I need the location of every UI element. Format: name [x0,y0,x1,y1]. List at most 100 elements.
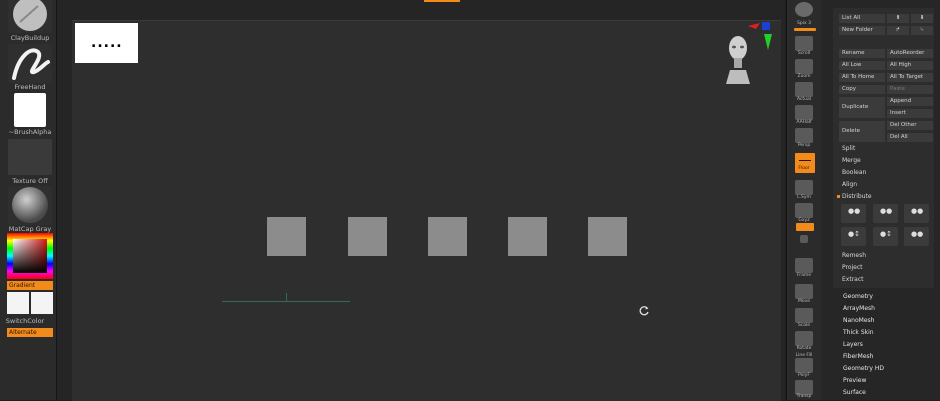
frame-icon[interactable] [795,258,813,273]
all-high-button[interactable]: All High [887,61,933,70]
all-low-button[interactable]: All Low [839,61,885,70]
secondary-color-swatch[interactable] [31,292,53,314]
alpha-label: ~BrushAlpha [8,128,52,136]
material-label: MatCap Gray [8,225,52,233]
spix-slider[interactable] [794,28,816,31]
move-icon[interactable] [795,284,813,299]
new-folder-button[interactable]: New Folder [839,26,885,35]
boolean-menu[interactable]: Boolean [842,169,866,176]
brush-thumbnail[interactable] [8,0,52,33]
layers-menu[interactable]: Layers [843,341,863,348]
geometry-menu[interactable]: Geometry [843,293,873,300]
all-to-target-button[interactable]: All To Target [887,73,933,82]
brush-label: ClayBuildup [10,34,50,42]
swap-down-button[interactable]: ↳ [911,26,933,35]
align-menu[interactable]: Align [842,181,857,188]
distribute-x2-icon: ●↕ [848,230,860,238]
aahalf-icon[interactable] [795,105,813,120]
color-picker[interactable] [7,233,53,279]
append-button[interactable]: Append [887,97,933,106]
mesh-square[interactable] [428,217,467,256]
thick-skin-menu[interactable]: Thick Skin [843,329,874,336]
mesh-square[interactable] [267,217,306,256]
del-all-button[interactable]: Del All [887,133,933,142]
distribute-x2-button[interactable]: ●↕ [841,227,866,246]
transp-icon[interactable] [795,380,813,395]
floor-label: Floor [798,166,810,171]
distribute-z2-button[interactable]: ●● [904,227,929,246]
insert-button[interactable]: Insert [887,109,933,118]
distribute-z-icon: ●● [911,207,924,215]
scale-icon[interactable] [795,308,813,323]
distribute-x-button[interactable]: ●● [841,204,866,223]
zoom-icon[interactable] [795,59,813,74]
polyf-icon[interactable] [795,358,813,373]
lsym-icon[interactable] [795,180,813,195]
mesh-square[interactable] [508,217,547,256]
scroll-icon[interactable] [795,36,813,51]
axis-gizmo-icon[interactable] [746,20,776,52]
paste-button[interactable]: Paste [887,85,933,94]
switchcolor-label[interactable]: SwitchColor [0,317,50,325]
navigation-thumbnail[interactable]: ..... [75,23,138,63]
clay-brush-icon [13,0,47,31]
viewport-canvas[interactable] [72,20,781,401]
rename-button[interactable]: Rename [839,49,885,58]
nanomesh-menu[interactable]: NanoMesh [843,317,874,324]
mesh-square[interactable] [348,217,387,256]
surface-menu[interactable]: Surface [843,389,866,396]
texture-label: Texture Off [12,177,48,185]
left-shelf: ClayBuildup FreeHand ~BrushAlpha Texture… [0,0,57,400]
mesh-square[interactable] [588,217,627,256]
floor-icon [799,160,811,161]
alternate-button[interactable]: Alternate [7,328,53,337]
persp-icon[interactable] [795,128,813,143]
geometry-hd-menu[interactable]: Geometry HD [843,365,884,372]
alpha-thumbnail[interactable] [14,93,46,127]
zoom-label: Zoom [797,74,811,79]
copy-button[interactable]: Copy [839,85,885,94]
arrow-down-button[interactable]: ⬇ [911,14,933,23]
color-picker-swatch [7,233,53,279]
actual-icon[interactable] [795,82,813,97]
project-menu[interactable]: Project [842,264,863,271]
scroll-label: Scroll [797,51,811,56]
remesh-menu[interactable]: Remesh [842,252,866,259]
merge-menu[interactable]: Merge [842,157,861,164]
xyz-icon[interactable] [795,203,813,218]
distribute-z-button[interactable]: ●● [904,204,929,223]
rotate-cursor-icon [639,306,649,316]
del-other-button[interactable]: Del Other [887,121,933,130]
texture-thumbnail[interactable] [8,139,52,175]
auto-reorder-button[interactable]: AutoReorder [887,49,933,58]
duplicate-button[interactable]: Duplicate [839,97,885,118]
bpr-icon[interactable] [795,2,813,17]
distribute-active-dot [837,195,840,198]
active-tab-marker [424,0,460,2]
all-to-home-button[interactable]: All To Home [839,73,885,82]
distribute-y2-button[interactable]: ●↕ [873,227,898,246]
scale-label: Scale [797,323,811,328]
local-icon[interactable] [800,235,808,243]
distribute-y-button[interactable]: ●● [873,204,898,223]
navigation-thumbnail-text: ..... [91,35,123,51]
preview-menu[interactable]: Preview [843,377,866,384]
split-menu[interactable]: Split [842,145,855,152]
distribute-menu[interactable]: Distribute [842,193,872,200]
main-color-swatch[interactable] [7,292,29,314]
arrow-up-button[interactable]: ⬆ [887,14,909,23]
xyz-toggle[interactable] [796,223,814,231]
stroke-thumbnail[interactable] [8,44,52,83]
delete-button[interactable]: Delete [839,121,885,142]
swap-up-button[interactable]: ↱ [887,26,909,35]
distribute-x-icon: ●● [848,207,861,215]
gradient-button[interactable]: Gradient [7,281,53,290]
list-all-button[interactable]: List All [839,14,885,23]
extract-menu[interactable]: Extract [842,276,864,283]
material-thumbnail[interactable] [8,186,52,225]
arraymesh-menu[interactable]: ArrayMesh [843,305,875,312]
distribute-y-icon: ●● [880,207,893,215]
rotate-icon[interactable] [795,331,813,346]
fibermesh-menu[interactable]: FiberMesh [843,353,873,360]
transp-label: Transp [796,394,812,399]
